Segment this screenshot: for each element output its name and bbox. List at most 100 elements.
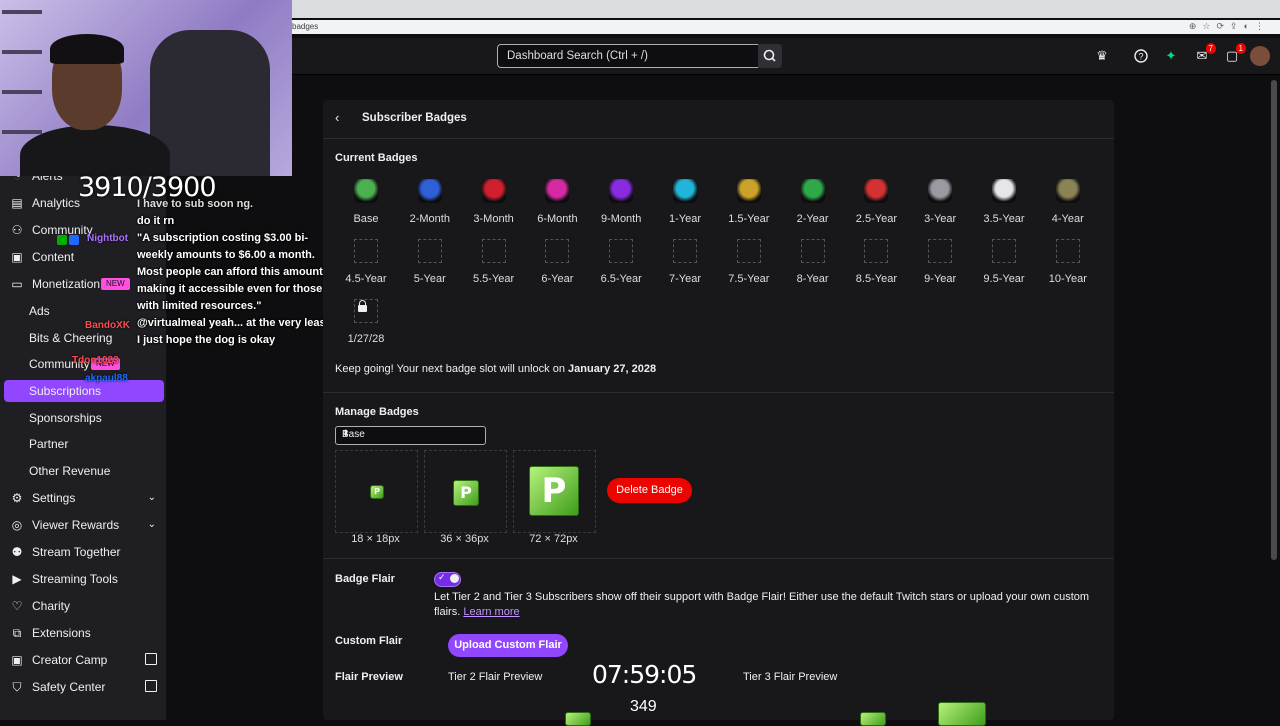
learn-more-link[interactable]: Learn more: [463, 606, 519, 618]
tier3-flair-badge-large: [938, 702, 986, 726]
divider: [323, 138, 1114, 139]
chat-username: BandoXK: [85, 320, 130, 331]
help-icon[interactable]: ?: [1133, 49, 1149, 63]
delete-badge-button[interactable]: Delete Badge: [607, 478, 692, 503]
badge-flair-toggle[interactable]: ✓: [434, 572, 461, 587]
upload-custom-flair-button[interactable]: Upload Custom Flair: [448, 634, 568, 657]
stream-timer: 07:59:05: [592, 660, 697, 689]
sidebar-item-viewer-rewards[interactable]: ◎ Viewer Rewards ⌄: [0, 514, 166, 536]
badge-slot-empty[interactable]: 7-Year: [653, 239, 717, 295]
camera-icon: ▶: [12, 572, 22, 586]
search-icon: [763, 49, 776, 62]
badge-label: 9-Month: [601, 213, 642, 225]
badge-slot[interactable]: 6-Month: [525, 179, 589, 235]
sidebar-item-label: Creator Camp: [32, 653, 108, 667]
sidebar-item-settings[interactable]: ⚙ Settings ⌄: [0, 487, 166, 509]
badge-slot-empty[interactable]: 9-Year: [908, 239, 972, 295]
back-arrow-icon[interactable]: ‹: [335, 110, 339, 125]
badge-image: [417, 179, 442, 203]
sidebar-item-label: Monetization: [32, 277, 101, 291]
sidebar-item-streaming-tools[interactable]: ▶ Streaming Tools: [0, 568, 166, 590]
custom-flair-title: Custom Flair: [335, 635, 403, 647]
page-title: Subscriber Badges: [362, 112, 467, 124]
badge-slot[interactable]: 2.5-Year: [844, 179, 908, 235]
sidebar-item-label: Partner: [29, 437, 69, 451]
badge-slot-empty[interactable]: 9.5-Year: [972, 239, 1036, 295]
dashboard-search-input[interactable]: Dashboard Search (Ctrl + /): [497, 44, 759, 68]
search-button[interactable]: [758, 44, 782, 68]
sidebar-item-extensions[interactable]: ⧉ Extensions: [0, 622, 166, 644]
sidebar-item-creator-camp[interactable]: ▣ Creator Camp: [0, 649, 166, 671]
divider: [323, 392, 1114, 393]
inbox-icon[interactable]: ✉ 7: [1194, 43, 1216, 63]
badge-slot[interactable]: Base: [334, 179, 398, 235]
badge-slot-empty[interactable]: 7.5-Year: [717, 239, 781, 295]
address-text: badges: [292, 22, 319, 31]
badge-label: 4.5-Year: [345, 273, 387, 285]
whispers-icon[interactable]: ▢ 1: [1224, 43, 1246, 63]
badge-slot-empty[interactable]: 8-Year: [781, 239, 845, 295]
badge-image: [736, 179, 761, 203]
badge-slot[interactable]: 9-Month: [589, 179, 653, 235]
badge-preview-36: P: [424, 450, 507, 533]
badge-label: 1.5-Year: [728, 213, 770, 225]
badge-slot-empty[interactable]: 10-Year: [1036, 239, 1100, 295]
badge-slot-empty[interactable]: 5-Year: [398, 239, 462, 295]
empty-slot-outline: [800, 239, 825, 263]
badge-slot[interactable]: 3-Year: [908, 179, 972, 235]
tier2-flair-badge: [565, 712, 591, 726]
sidebar-item-label: Extensions: [32, 626, 91, 640]
badge-label: 3-Month: [473, 213, 514, 225]
badge-slot[interactable]: 2-Year: [781, 179, 845, 235]
page-scrollbar[interactable]: [1271, 80, 1277, 560]
sidebar-item-other-revenue[interactable]: Other Revenue: [0, 460, 166, 482]
badge-select[interactable]: Base ⬍: [335, 426, 486, 445]
badge-label: 2-Month: [409, 213, 450, 225]
chat-username: akpaul88: [85, 373, 128, 384]
svg-text:?: ?: [1138, 52, 1143, 62]
chart-icon: ▤: [11, 196, 23, 210]
badge-slot-empty[interactable]: 8.5-Year: [844, 239, 908, 295]
empty-slot-outline: [481, 239, 506, 263]
badge-slot-empty[interactable]: 5.5-Year: [462, 239, 526, 295]
unlock-text: Keep going! Your next badge slot will un…: [335, 363, 565, 375]
badge-slot-empty[interactable]: 6-Year: [525, 239, 589, 295]
whispers-count: 1: [1235, 43, 1246, 54]
badge-label: 2.5-Year: [855, 213, 897, 225]
unlock-date: January 27, 2028: [568, 363, 657, 375]
camp-icon: ▣: [11, 653, 23, 667]
badge-label: 10-Year: [1048, 273, 1087, 285]
badge-slot[interactable]: 1.5-Year: [717, 179, 781, 235]
badge-label: 8.5-Year: [855, 273, 897, 285]
badge-slot[interactable]: 1-Year: [653, 179, 717, 235]
badge-label: 7.5-Year: [728, 273, 770, 285]
sidebar-item-partner[interactable]: Partner: [0, 433, 166, 455]
content-icon: ▣: [11, 250, 23, 264]
badge-slot-empty[interactable]: 4.5-Year: [334, 239, 398, 295]
sidebar-item-safety-center[interactable]: ⛉ Safety Center: [0, 676, 166, 698]
sidebar-item-subscriptions[interactable]: Subscriptions: [4, 380, 164, 402]
browser-address-bar[interactable]: badges: [292, 20, 1280, 34]
current-badges-title: Current Badges: [335, 152, 418, 164]
chat-username: Tdon1023: [72, 355, 119, 366]
badge-image-small: P: [370, 485, 384, 499]
badge-slot[interactable]: 3.5-Year: [972, 179, 1036, 235]
empty-slot-outline: [673, 239, 697, 263]
badge-label: 1-Year: [668, 213, 701, 225]
badge-preview-72: P: [513, 450, 596, 533]
badge-slot-empty[interactable]: 6.5-Year: [589, 239, 653, 295]
sidebar-item-stream-together[interactable]: ⚉ Stream Together: [0, 541, 166, 563]
avatar[interactable]: [1250, 46, 1270, 66]
badge-slot[interactable]: 4-Year: [1036, 179, 1100, 235]
sidebar-item-charity[interactable]: ♡ Charity: [0, 595, 166, 617]
sidebar-item-sponsorships[interactable]: Sponsorships: [0, 407, 166, 429]
badge-slot[interactable]: 3-Month: [462, 179, 526, 235]
external-link-icon: [145, 653, 157, 665]
sidebar-item-label: Stream Together: [32, 545, 121, 559]
badge-slot[interactable]: 2-Month: [398, 179, 462, 235]
sparkle-icon[interactable]: ✦: [1163, 49, 1179, 63]
crown-icon[interactable]: ♛: [1094, 49, 1110, 63]
badge-image: [800, 179, 825, 203]
badge-label: 8-Year: [796, 273, 829, 285]
empty-slot-outline: [545, 239, 570, 263]
